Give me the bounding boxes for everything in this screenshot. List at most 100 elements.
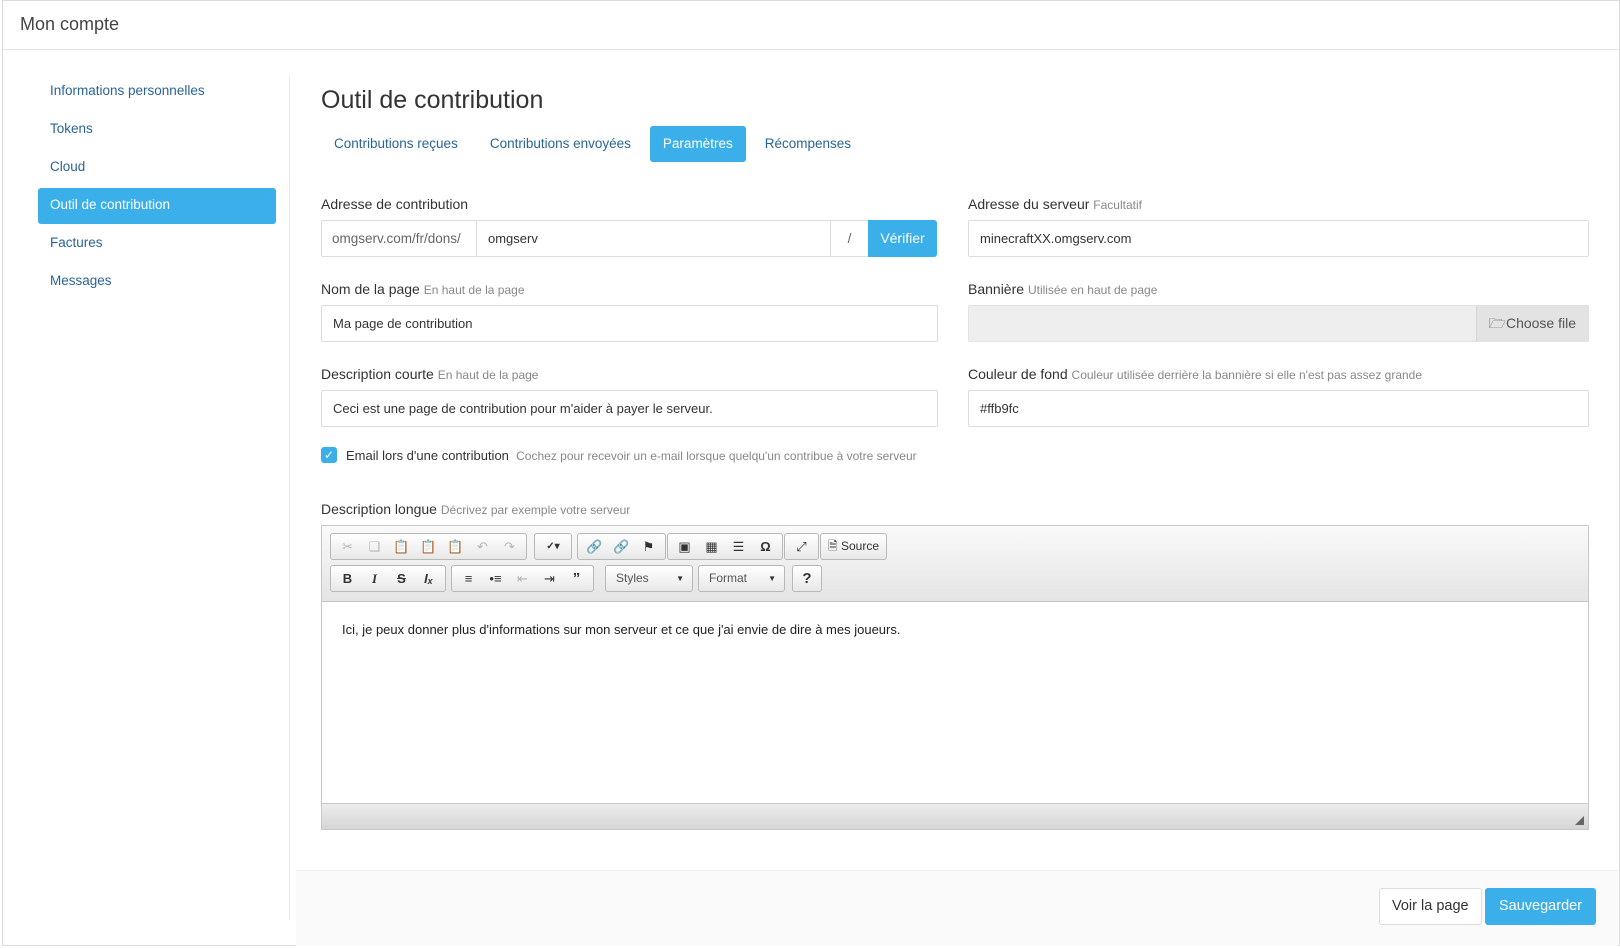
styles-dropdown-label: Styles	[616, 571, 649, 585]
redo-icon[interactable]: ↷	[496, 535, 523, 558]
long-description-label-text: Description longue	[321, 501, 437, 517]
page-name-input[interactable]: Ma page de contribution	[321, 305, 938, 342]
choose-file-label: Choose file	[1505, 315, 1576, 331]
email-notify-hint: Cochez pour recevoir un e-mail lorsque q…	[516, 449, 917, 463]
long-description-label: Description longue Décrivez par exemple …	[321, 501, 630, 517]
folder-open-icon: 🗁	[1488, 315, 1506, 331]
cut-icon[interactable]: ✂	[334, 535, 361, 558]
tab-received[interactable]: Contributions reçues	[321, 126, 471, 162]
sidebar-item-personal-info[interactable]: Informations personnelles	[38, 74, 276, 110]
server-address-label-text: Adresse du serveur	[968, 196, 1090, 212]
unlink-icon[interactable]: 🔗	[608, 535, 635, 558]
undo-icon[interactable]: ↶	[469, 535, 496, 558]
source-icon: 🗎	[828, 539, 838, 553]
sidebar-item-tokens[interactable]: Tokens	[38, 112, 276, 148]
email-notify-checkbox[interactable]: ✓	[321, 447, 337, 463]
contribution-address-input[interactable]: omgserv	[476, 220, 831, 257]
email-notify-label[interactable]: Email lors d'une contribution Cochez pou…	[346, 448, 917, 463]
server-address-label: Adresse du serveur Facultatif	[968, 196, 1142, 212]
sidebar-item-messages[interactable]: Messages	[38, 264, 276, 300]
format-dropdown-label: Format	[709, 571, 748, 585]
short-description-label-text: Description courte	[321, 366, 434, 382]
help-icon[interactable]: ?	[796, 567, 818, 590]
short-description-hint: En haut de la page	[437, 368, 539, 382]
paste-icon[interactable]: 📋	[388, 535, 415, 558]
tab-sent[interactable]: Contributions envoyées	[477, 126, 644, 162]
styles-dropdown[interactable]: Styles ▼	[605, 565, 693, 592]
sidebar-divider	[289, 75, 290, 920]
banner-hint: Utilisée en haut de page	[1027, 283, 1158, 297]
chevron-down-icon: ▼	[768, 574, 776, 583]
bold-icon[interactable]: B	[334, 567, 361, 590]
sidebar-item-contribution-tool[interactable]: Outil de contribution	[38, 188, 276, 224]
copy-icon[interactable]: ❏	[361, 535, 388, 558]
link-icon[interactable]: 🔗	[581, 535, 608, 558]
maximize-group: ⤢	[784, 533, 819, 560]
choose-file-button[interactable]: 🗁Choose file	[1475, 306, 1588, 341]
sidebar-nav: Informations personnelles Tokens Cloud O…	[38, 74, 276, 302]
server-address-hint: Facultatif	[1093, 198, 1142, 212]
editor-footer	[322, 803, 1588, 829]
format-dropdown[interactable]: Format ▼	[698, 565, 785, 592]
strikethrough-icon[interactable]: S	[388, 567, 415, 590]
editor-content[interactable]: Ici, je peux donner plus d'informations …	[342, 622, 900, 637]
tab-rewards[interactable]: Récompenses	[752, 126, 864, 162]
paste-word-icon[interactable]: 📋	[442, 535, 469, 558]
resize-handle-icon[interactable]	[1575, 816, 1584, 825]
source-button[interactable]: 🗎 Source	[824, 535, 883, 558]
spellcheck-icon[interactable]: ✓▾	[538, 535, 568, 558]
outdent-icon[interactable]: ⇤	[509, 567, 536, 590]
horizontal-rule-icon[interactable]: ☰	[725, 535, 752, 558]
page-name-hint: En haut de la page	[423, 283, 525, 297]
page-title: Outil de contribution	[321, 86, 544, 114]
help-group: ?	[792, 565, 822, 592]
tab-settings[interactable]: Paramètres	[649, 126, 746, 162]
short-description-label: Description courte En haut de la page	[321, 366, 538, 382]
contribution-address-suffix: /	[830, 220, 869, 257]
short-description-input[interactable]: Ceci est une page de contribution pour m…	[321, 390, 938, 427]
sidebar-item-invoices[interactable]: Factures	[38, 226, 276, 262]
contribution-address-label: Adresse de contribution	[321, 196, 469, 212]
special-char-icon[interactable]: Ω	[752, 535, 779, 558]
tab-bar: Contributions reçues Contributions envoy…	[321, 126, 870, 162]
long-description-hint: Décrivez par exemple votre serveur	[440, 503, 631, 517]
checkmark-icon: ✓	[323, 448, 335, 462]
page-name-label: Nom de la page En haut de la page	[321, 281, 525, 297]
basic-styles-group: B I S Iₓ	[330, 565, 446, 592]
background-color-hint: Couleur utilisée derrière la bannière si…	[1071, 368, 1423, 382]
indent-icon[interactable]: ⇥	[536, 567, 563, 590]
server-address-input[interactable]: minecraftXX.omgserv.com	[968, 220, 1589, 257]
italic-icon[interactable]: I	[361, 567, 388, 590]
insert-group: ▣ ▦ ☰ Ω	[667, 533, 783, 560]
link-group: 🔗 🔗 ⚑	[577, 533, 666, 560]
view-page-button[interactable]: Voir la page	[1379, 888, 1482, 925]
background-color-input[interactable]: #ffb9fc	[968, 390, 1589, 427]
banner-label: Bannière Utilisée en haut de page	[968, 281, 1157, 297]
numbered-list-icon[interactable]: ≡	[455, 567, 482, 590]
banner-label-text: Bannière	[968, 281, 1025, 297]
background-color-label-text: Couleur de fond	[968, 366, 1068, 382]
page-name-label-text: Nom de la page	[321, 281, 420, 297]
bulleted-list-icon[interactable]: •≡	[482, 567, 509, 590]
paste-text-icon[interactable]: 📋	[415, 535, 442, 558]
clipboard-group: ✂ ❏ 📋 📋 📋 ↶ ↷	[330, 533, 527, 560]
anchor-flag-icon[interactable]: ⚑	[635, 535, 662, 558]
image-icon[interactable]: ▣	[671, 535, 698, 558]
list-group: ≡ •≡ ⇤ ⇥ ”	[451, 565, 594, 592]
maximize-icon[interactable]: ⤢	[788, 535, 815, 558]
chevron-down-icon: ▼	[676, 574, 684, 583]
sidebar-item-cloud[interactable]: Cloud	[38, 150, 276, 186]
panel-title: Mon compte	[3, 1, 1619, 50]
rich-text-editor: ✂ ❏ 📋 📋 📋 ↶ ↷ ✓▾ 🔗 🔗 ⚑ ▣ ▦ ☰ Ω ⤢ 🗎 Sourc…	[321, 525, 1589, 830]
editor-toolbar: ✂ ❏ 📋 📋 📋 ↶ ↷ ✓▾ 🔗 🔗 ⚑ ▣ ▦ ☰ Ω ⤢ 🗎 Sourc…	[322, 526, 1588, 602]
source-label: Source	[841, 539, 880, 553]
contribution-address-prefix: omgserv.com/fr/dons/	[321, 220, 477, 257]
background-color-label: Couleur de fond Couleur utilisée derrièr…	[968, 366, 1422, 382]
remove-format-icon[interactable]: Iₓ	[415, 567, 442, 590]
save-button[interactable]: Sauvegarder	[1485, 888, 1597, 925]
table-icon[interactable]: ▦	[698, 535, 725, 558]
spellcheck-group: ✓▾	[534, 533, 572, 560]
verify-button[interactable]: Vérifier	[868, 220, 937, 257]
banner-file-input[interactable]: 🗁Choose file	[968, 305, 1589, 342]
blockquote-icon[interactable]: ”	[563, 567, 590, 590]
